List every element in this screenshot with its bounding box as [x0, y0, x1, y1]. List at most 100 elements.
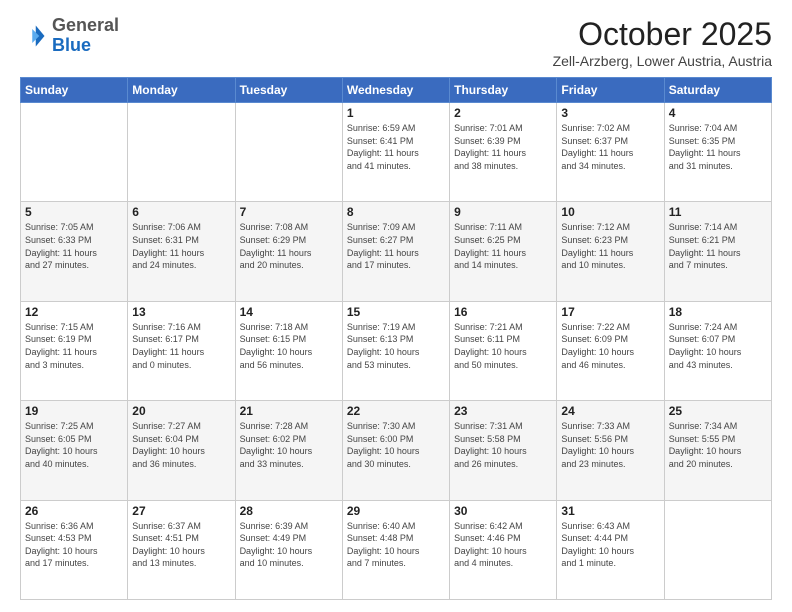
- day-number: 1: [347, 106, 445, 120]
- day-number: 30: [454, 504, 552, 518]
- day-number: 24: [561, 404, 659, 418]
- calendar-cell: 14Sunrise: 7:18 AM Sunset: 6:15 PM Dayli…: [235, 301, 342, 400]
- calendar-cell: 9 Sunrise: 7:11 AM Sunset: 6:25 PM Daylig…: [450, 202, 557, 301]
- calendar-cell: 26Sunrise: 6:36 AM Sunset: 4:53 PM Dayli…: [21, 500, 128, 599]
- calendar-week-row: 19 Sunrise: 7:25 AM Sunset: 6:05 PM Dayli…: [21, 401, 772, 500]
- day-info: Sunrise: 6:40 AM Sunset: 4:48 PM Dayligh…: [347, 520, 445, 570]
- day-number: 6: [132, 205, 230, 219]
- calendar-cell: 8Sunrise: 7:09 AM Sunset: 6:27 PM Daylig…: [342, 202, 449, 301]
- header-right: October 2025 Zell-Arzberg, Lower Austria…: [553, 16, 772, 69]
- day-info: Sunrise: 6:36 AM Sunset: 4:53 PM Dayligh…: [25, 520, 123, 570]
- day-info: Sunrise: 7:01 AM Sunset: 6:39 PM Dayligh…: [454, 122, 552, 172]
- calendar-cell: 30 Sunrise: 6:42 AM Sunset: 4:46 PM Dayli…: [450, 500, 557, 599]
- day-info: Sunrise: 7:11 AM Sunset: 6:25 PM Dayligh…: [454, 221, 552, 271]
- day-number: 19: [25, 404, 123, 418]
- day-number: 5: [25, 205, 123, 219]
- logo-general: General: [52, 15, 119, 35]
- page: General Blue October 2025 Zell-Arzberg, …: [0, 0, 792, 612]
- calendar-cell: 12 Sunrise: 7:15 AM Sunset: 6:19 PM Dayli…: [21, 301, 128, 400]
- day-info: Sunrise: 7:08 AM Sunset: 6:29 PM Dayligh…: [240, 221, 338, 271]
- logo: General Blue: [20, 16, 119, 56]
- calendar-cell: 6 Sunrise: 7:06 AM Sunset: 6:31 PM Daylig…: [128, 202, 235, 301]
- calendar-cell: 16 Sunrise: 7:21 AM Sunset: 6:11 PM Dayli…: [450, 301, 557, 400]
- calendar-cell: 29Sunrise: 6:40 AM Sunset: 4:48 PM Dayli…: [342, 500, 449, 599]
- day-info: Sunrise: 7:22 AM Sunset: 6:09 PM Dayligh…: [561, 321, 659, 371]
- calendar-cell: 21 Sunrise: 7:28 AM Sunset: 6:02 PM Dayli…: [235, 401, 342, 500]
- calendar-cell: 11 Sunrise: 7:14 AM Sunset: 6:21 PM Dayli…: [664, 202, 771, 301]
- day-info: Sunrise: 7:25 AM Sunset: 6:05 PM Dayligh…: [25, 420, 123, 470]
- calendar-table: SundayMondayTuesdayWednesdayThursdayFrid…: [20, 77, 772, 600]
- day-info: Sunrise: 6:59 AM Sunset: 6:41 PM Dayligh…: [347, 122, 445, 172]
- day-number: 20: [132, 404, 230, 418]
- day-info: Sunrise: 6:43 AM Sunset: 4:44 PM Dayligh…: [561, 520, 659, 570]
- calendar-cell: 4 Sunrise: 7:04 AM Sunset: 6:35 PM Daylig…: [664, 103, 771, 202]
- calendar-cell: 3 Sunrise: 7:02 AM Sunset: 6:37 PM Daylig…: [557, 103, 664, 202]
- day-info: Sunrise: 7:27 AM Sunset: 6:04 PM Dayligh…: [132, 420, 230, 470]
- day-info: Sunrise: 7:33 AM Sunset: 5:56 PM Dayligh…: [561, 420, 659, 470]
- day-number: 27: [132, 504, 230, 518]
- calendar-cell: 27 Sunrise: 6:37 AM Sunset: 4:51 PM Dayli…: [128, 500, 235, 599]
- month-title: October 2025: [553, 16, 772, 53]
- day-number: 10: [561, 205, 659, 219]
- day-info: Sunrise: 7:06 AM Sunset: 6:31 PM Dayligh…: [132, 221, 230, 271]
- day-info: Sunrise: 7:30 AM Sunset: 6:00 PM Dayligh…: [347, 420, 445, 470]
- day-number: 17: [561, 305, 659, 319]
- calendar-cell: 10 Sunrise: 7:12 AM Sunset: 6:23 PM Dayli…: [557, 202, 664, 301]
- day-number: 13: [132, 305, 230, 319]
- calendar-cell: 2 Sunrise: 7:01 AM Sunset: 6:39 PM Daylig…: [450, 103, 557, 202]
- calendar-cell: 17 Sunrise: 7:22 AM Sunset: 6:09 PM Dayli…: [557, 301, 664, 400]
- day-header-saturday: Saturday: [664, 78, 771, 103]
- calendar-week-row: 1 Sunrise: 6:59 AM Sunset: 6:41 PM Daylig…: [21, 103, 772, 202]
- day-info: Sunrise: 7:19 AM Sunset: 6:13 PM Dayligh…: [347, 321, 445, 371]
- calendar-cell: 31 Sunrise: 6:43 AM Sunset: 4:44 PM Dayli…: [557, 500, 664, 599]
- calendar-cell: 18Sunrise: 7:24 AM Sunset: 6:07 PM Dayli…: [664, 301, 771, 400]
- calendar-cell: [21, 103, 128, 202]
- header: General Blue October 2025 Zell-Arzberg, …: [20, 16, 772, 69]
- calendar-cell: 22 Sunrise: 7:30 AM Sunset: 6:00 PM Dayli…: [342, 401, 449, 500]
- day-info: Sunrise: 7:12 AM Sunset: 6:23 PM Dayligh…: [561, 221, 659, 271]
- calendar-week-row: 12 Sunrise: 7:15 AM Sunset: 6:19 PM Dayli…: [21, 301, 772, 400]
- day-info: Sunrise: 7:24 AM Sunset: 6:07 PM Dayligh…: [669, 321, 767, 371]
- calendar-cell: [235, 103, 342, 202]
- day-header-sunday: Sunday: [21, 78, 128, 103]
- logo-text: General Blue: [52, 16, 119, 56]
- day-header-wednesday: Wednesday: [342, 78, 449, 103]
- calendar-cell: 7 Sunrise: 7:08 AM Sunset: 6:29 PM Daylig…: [235, 202, 342, 301]
- day-header-tuesday: Tuesday: [235, 78, 342, 103]
- day-number: 16: [454, 305, 552, 319]
- day-info: Sunrise: 7:21 AM Sunset: 6:11 PM Dayligh…: [454, 321, 552, 371]
- calendar-cell: 5 Sunrise: 7:05 AM Sunset: 6:33 PM Daylig…: [21, 202, 128, 301]
- day-number: 2: [454, 106, 552, 120]
- day-number: 7: [240, 205, 338, 219]
- calendar-cell: 19 Sunrise: 7:25 AM Sunset: 6:05 PM Dayli…: [21, 401, 128, 500]
- day-info: Sunrise: 7:04 AM Sunset: 6:35 PM Dayligh…: [669, 122, 767, 172]
- day-info: Sunrise: 7:09 AM Sunset: 6:27 PM Dayligh…: [347, 221, 445, 271]
- day-header-monday: Monday: [128, 78, 235, 103]
- day-number: 22: [347, 404, 445, 418]
- day-number: 9: [454, 205, 552, 219]
- day-number: 31: [561, 504, 659, 518]
- day-number: 28: [240, 504, 338, 518]
- day-info: Sunrise: 7:02 AM Sunset: 6:37 PM Dayligh…: [561, 122, 659, 172]
- calendar-cell: 13Sunrise: 7:16 AM Sunset: 6:17 PM Dayli…: [128, 301, 235, 400]
- day-number: 21: [240, 404, 338, 418]
- day-info: Sunrise: 7:05 AM Sunset: 6:33 PM Dayligh…: [25, 221, 123, 271]
- day-info: Sunrise: 7:15 AM Sunset: 6:19 PM Dayligh…: [25, 321, 123, 371]
- day-info: Sunrise: 7:28 AM Sunset: 6:02 PM Dayligh…: [240, 420, 338, 470]
- day-info: Sunrise: 6:42 AM Sunset: 4:46 PM Dayligh…: [454, 520, 552, 570]
- day-number: 14: [240, 305, 338, 319]
- calendar-week-row: 26Sunrise: 6:36 AM Sunset: 4:53 PM Dayli…: [21, 500, 772, 599]
- logo-icon: [20, 22, 48, 50]
- calendar-cell: [128, 103, 235, 202]
- day-number: 11: [669, 205, 767, 219]
- day-number: 12: [25, 305, 123, 319]
- calendar-header-row: SundayMondayTuesdayWednesdayThursdayFrid…: [21, 78, 772, 103]
- day-info: Sunrise: 7:31 AM Sunset: 5:58 PM Dayligh…: [454, 420, 552, 470]
- day-number: 4: [669, 106, 767, 120]
- day-number: 3: [561, 106, 659, 120]
- day-info: Sunrise: 7:14 AM Sunset: 6:21 PM Dayligh…: [669, 221, 767, 271]
- calendar-week-row: 5 Sunrise: 7:05 AM Sunset: 6:33 PM Daylig…: [21, 202, 772, 301]
- calendar-cell: 28 Sunrise: 6:39 AM Sunset: 4:49 PM Dayli…: [235, 500, 342, 599]
- day-info: Sunrise: 6:39 AM Sunset: 4:49 PM Dayligh…: [240, 520, 338, 570]
- day-info: Sunrise: 6:37 AM Sunset: 4:51 PM Dayligh…: [132, 520, 230, 570]
